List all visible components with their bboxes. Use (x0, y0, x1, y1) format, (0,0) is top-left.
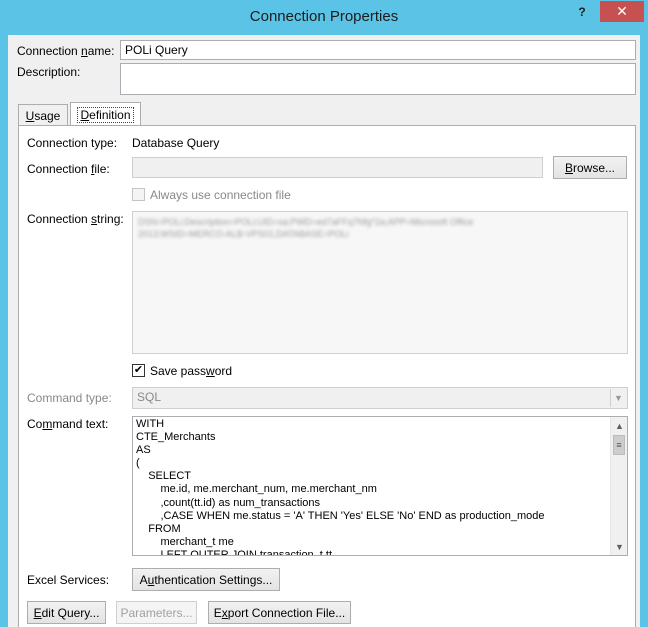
description-label: Description: (17, 65, 81, 79)
connection-string-textarea[interactable]: DSN=POLi;Description=POLi;UID=sa;PWD=ed7… (132, 211, 628, 354)
save-password-label: Save password (150, 364, 233, 378)
close-button[interactable]: ✕ (600, 1, 644, 22)
description-input[interactable] (120, 63, 636, 95)
window-title: Connection Properties (249, 8, 399, 25)
command-text-textarea[interactable]: WITH CTE_Merchants AS ( SELECT me.id, me… (132, 416, 628, 556)
command-type-select[interactable]: SQL ▼ (132, 387, 628, 409)
save-password-checkbox[interactable]: ✔ (132, 364, 145, 377)
command-type-label: Command type: (27, 391, 112, 405)
command-type-value: SQL (137, 390, 162, 404)
dialog-body: Connection name: POLi Query Description:… (8, 35, 640, 627)
connection-string-label: Connection string: (27, 212, 124, 226)
excel-services-label: Excel Services: (27, 573, 110, 587)
scroll-down-icon[interactable]: ▼ (611, 538, 627, 555)
command-text-label: Command text: (27, 417, 109, 431)
browse-button[interactable]: Browse... (553, 156, 627, 179)
connection-type-label: Connection type: (27, 136, 118, 150)
command-text-content: WITH CTE_Merchants AS ( SELECT me.id, me… (136, 418, 545, 556)
parameters-button[interactable]: Parameters... (116, 601, 197, 624)
always-use-connection-file-checkbox[interactable] (132, 188, 145, 201)
tab-usage[interactable]: Usage (18, 104, 68, 126)
always-use-connection-file-label: Always use connection file (150, 188, 291, 202)
tab-definition[interactable]: Definition (70, 102, 141, 126)
chevron-down-icon[interactable]: ▼ (610, 389, 626, 407)
connection-name-input[interactable]: POLi Query (120, 40, 636, 60)
connection-file-label: Connection file: (27, 162, 110, 176)
connection-name-label: Connection name: (17, 44, 115, 58)
connection-string-text: DSN=POLi;Description=POLi;UID=sa;PWD=ed7… (138, 217, 474, 239)
title-bar[interactable]: Connection Properties ? ✕ (0, 0, 648, 35)
definition-panel: Connection type: Database Query Connecti… (18, 125, 636, 627)
export-connection-file-button[interactable]: Ex port Connection File... (208, 601, 351, 624)
help-button[interactable]: ? (566, 1, 598, 22)
edit-query-button[interactable]: Edit Query... (27, 601, 106, 624)
scroll-thumb[interactable]: ≡ (613, 435, 625, 455)
connection-properties-window: Connection Properties ? ✕ Connection nam… (0, 0, 648, 627)
connection-file-input[interactable] (132, 157, 543, 178)
command-text-scrollbar[interactable]: ▲ ≡ ▼ (610, 417, 627, 555)
authentication-settings-button[interactable]: Au thentication Settings... (132, 568, 280, 591)
connection-type-value: Database Query (132, 136, 220, 150)
scroll-up-icon[interactable]: ▲ (611, 417, 627, 434)
